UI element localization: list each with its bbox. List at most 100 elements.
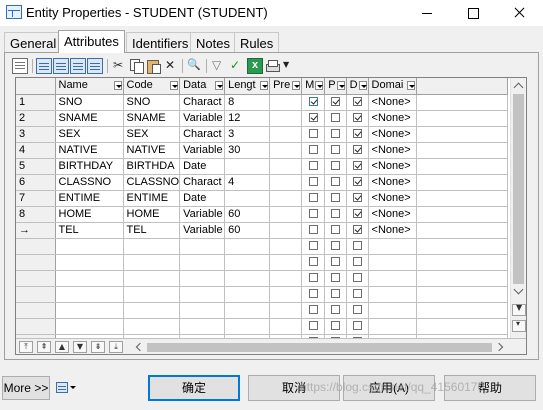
cell-displayed[interactable] [346, 238, 369, 255]
cell-primary[interactable] [324, 270, 347, 287]
column-menu-icon[interactable] [292, 81, 301, 90]
checked-checkbox[interactable] [352, 145, 362, 155]
cell-code[interactable]: TEL [123, 222, 181, 239]
check-icon[interactable] [227, 58, 243, 74]
column-header-mandatory[interactable]: M [301, 78, 326, 95]
checkbox[interactable] [308, 161, 318, 171]
cell-precision[interactable] [269, 270, 303, 287]
cell-length[interactable] [224, 254, 271, 271]
cell-code[interactable]: SEX [123, 126, 181, 143]
scroll-up-icon[interactable] [513, 80, 525, 92]
cell-primary[interactable] [324, 94, 347, 111]
ok-button[interactable]: 确定 [148, 375, 240, 401]
cell-name[interactable]: HOME [55, 206, 124, 223]
cell-length[interactable]: 60 [224, 222, 271, 239]
cell-length[interactable]: 12 [224, 110, 271, 127]
checkbox[interactable] [308, 225, 318, 235]
move-bottom-button[interactable]: ⤓ [109, 341, 123, 353]
maximize-icon[interactable] [450, 0, 496, 26]
move-page-up-button[interactable]: ⇞ [37, 341, 51, 353]
checked-checkbox[interactable] [308, 113, 318, 123]
cell-domain[interactable]: <None> [368, 222, 417, 239]
help-button[interactable]: 帮助 [444, 375, 536, 401]
cell-code[interactable]: NATIVE [123, 142, 181, 159]
checkbox[interactable] [308, 257, 318, 267]
cell-data-type[interactable]: Variable [179, 206, 226, 223]
cell-displayed[interactable] [346, 254, 369, 271]
row-header[interactable]: 5 [16, 158, 56, 175]
cell-primary[interactable] [324, 206, 347, 223]
cell-precision[interactable] [269, 222, 303, 239]
insert-row-icon[interactable] [53, 58, 69, 74]
cell-displayed[interactable] [346, 190, 369, 207]
checked-checkbox[interactable] [352, 225, 362, 235]
checkbox[interactable] [352, 305, 362, 315]
cell-code[interactable] [123, 302, 181, 319]
cell-data-type[interactable]: Charact [179, 94, 226, 111]
cell-mandatory[interactable] [301, 318, 326, 335]
cell-precision[interactable] [269, 318, 303, 335]
cell-mandatory[interactable] [301, 286, 326, 303]
checked-checkbox[interactable] [352, 97, 362, 107]
cell-domain[interactable]: <None> [368, 174, 417, 191]
cell-domain[interactable]: <None> [368, 206, 417, 223]
cell-name[interactable]: SNO [55, 94, 124, 111]
cell-primary[interactable] [324, 222, 347, 239]
column-menu-icon[interactable] [170, 81, 179, 90]
paste-icon[interactable] [145, 58, 161, 74]
cell-displayed[interactable] [346, 142, 369, 159]
checkbox[interactable] [330, 321, 340, 331]
checkbox[interactable] [308, 305, 318, 315]
cell-name[interactable]: ENTIME [55, 190, 124, 207]
cell-code[interactable] [123, 270, 181, 287]
checkbox[interactable] [330, 273, 340, 283]
properties-icon[interactable] [12, 58, 28, 74]
checkbox[interactable] [308, 145, 318, 155]
next-page-icon[interactable] [512, 303, 526, 316]
cell-displayed[interactable] [346, 318, 369, 335]
empty-row[interactable] [16, 254, 508, 271]
cell-mandatory[interactable] [301, 158, 326, 175]
cell-code[interactable] [123, 254, 181, 271]
cell-code[interactable] [123, 238, 181, 255]
checked-checkbox[interactable] [352, 209, 362, 219]
column-header-length[interactable]: Lengt [224, 78, 271, 95]
checkbox[interactable] [330, 209, 340, 219]
row-header[interactable]: 6 [16, 174, 56, 191]
cell-domain[interactable]: <None> [368, 190, 417, 207]
cell-primary[interactable] [324, 158, 347, 175]
table-row[interactable]: 1 SNO SNO Charact 8 <None> [16, 94, 508, 111]
more-button[interactable]: More >> [2, 376, 50, 400]
row-header[interactable]: → [16, 222, 56, 239]
cell-name[interactable] [55, 270, 124, 287]
tab-notes[interactable]: Notes [190, 32, 236, 52]
cell-length[interactable] [224, 318, 271, 335]
cell-precision[interactable] [269, 158, 303, 175]
dropdown-icon[interactable] [280, 58, 296, 74]
cell-displayed[interactable] [346, 302, 369, 319]
print-icon[interactable] [264, 58, 280, 74]
column-header-data-type[interactable]: Data [179, 78, 226, 95]
column-menu-icon[interactable] [315, 81, 324, 90]
column-header-displayed[interactable]: D [346, 78, 369, 95]
cell-precision[interactable] [269, 110, 303, 127]
cell-precision[interactable] [269, 238, 303, 255]
cell-precision[interactable] [269, 174, 303, 191]
cell-data-type[interactable]: Date [179, 158, 226, 175]
cell-mandatory[interactable] [301, 254, 326, 271]
cell-primary[interactable] [324, 174, 347, 191]
checkbox[interactable] [308, 129, 318, 139]
cell-data-type[interactable] [179, 254, 226, 271]
tab-rules[interactable]: Rules [234, 32, 280, 52]
cell-name[interactable]: NATIVE [55, 142, 124, 159]
cell-mandatory[interactable] [301, 238, 326, 255]
column-header-code[interactable]: Code [123, 78, 181, 95]
cell-domain[interactable]: <None> [368, 126, 417, 143]
cell-data-type[interactable] [179, 318, 226, 335]
move-top-button[interactable]: ⤒ [19, 341, 33, 353]
checked-checkbox[interactable] [352, 177, 362, 187]
cell-domain[interactable] [368, 238, 417, 255]
cell-data-type[interactable] [179, 302, 226, 319]
excel-export-icon[interactable] [247, 58, 263, 74]
cell-precision[interactable] [269, 286, 303, 303]
